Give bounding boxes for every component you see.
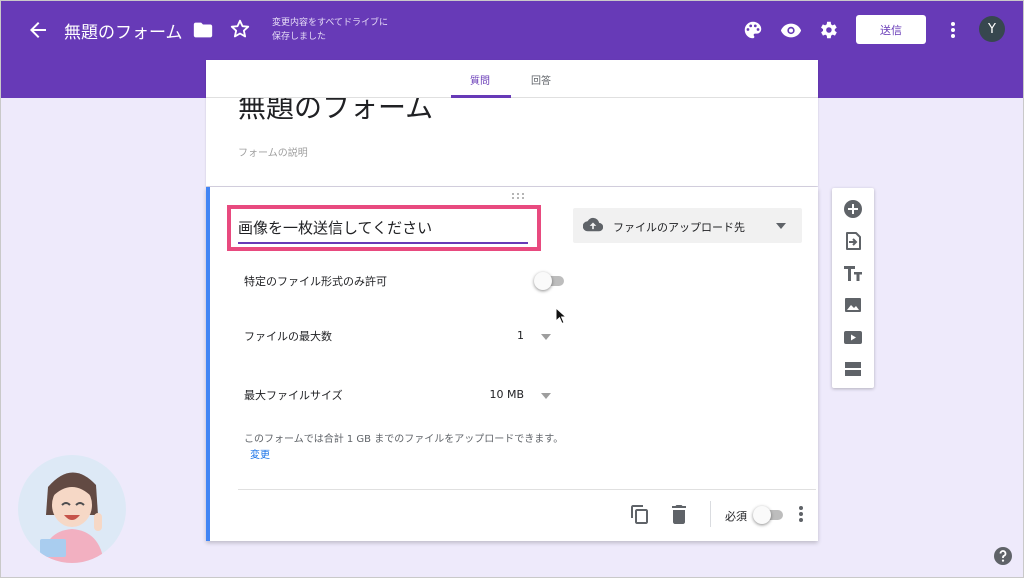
card-footer-divider — [238, 489, 816, 490]
more-options-icon[interactable] — [945, 19, 961, 41]
highlight-box — [227, 205, 541, 251]
max-size-label: 最大ファイルサイズ — [244, 389, 343, 402]
upload-limit-text: このフォームでは合計 1 GB までのファイルをアップロードできます。 — [244, 434, 564, 445]
change-limit-link[interactable]: 変更 — [250, 450, 270, 461]
chevron-down-icon[interactable] — [541, 334, 551, 340]
form-title-card: 質問 回答 無題のフォーム フォームの説明 — [206, 60, 818, 186]
question-card[interactable]: 画像を一枚送信してください ファイルのアップロード先 特定のファイル形式のみ許可… — [206, 187, 818, 541]
add-question-icon[interactable] — [843, 199, 863, 219]
delete-trash-icon[interactable] — [670, 504, 688, 524]
save-status-line2: 保存しました — [272, 32, 327, 42]
toggle-knob — [753, 506, 771, 524]
question-type-label: ファイルのアップロード先 — [613, 221, 745, 234]
cloud-upload-icon — [583, 217, 603, 232]
required-toggle[interactable] — [753, 506, 785, 524]
add-image-icon[interactable] — [843, 295, 863, 315]
max-files-label: ファイルの最大数 — [244, 330, 332, 343]
palette-icon[interactable] — [742, 19, 764, 41]
mouse-cursor-icon — [555, 307, 567, 325]
star-icon[interactable] — [229, 18, 251, 40]
tab-questions[interactable]: 質問 — [470, 72, 490, 87]
save-status-line1: 変更内容をすべてドライブに — [272, 18, 389, 28]
add-video-icon[interactable] — [843, 327, 863, 347]
drag-handle-icon[interactable] — [511, 192, 525, 200]
question-type-select[interactable]: ファイルのアップロード先 — [573, 208, 802, 243]
header-row: 無題のフォーム 変更内容をすべてドライブに 保存しました 送信 Y — [0, 0, 1024, 60]
folder-icon[interactable] — [192, 19, 214, 41]
question-more-icon[interactable] — [796, 504, 806, 524]
toggle-knob — [534, 272, 552, 290]
chevron-down-icon[interactable] — [541, 393, 551, 399]
help-icon[interactable] — [993, 546, 1013, 566]
allow-specific-types-label: 特定のファイル形式のみ許可 — [244, 275, 387, 288]
settings-gear-icon[interactable] — [817, 19, 839, 41]
max-files-value[interactable]: 1 — [510, 329, 524, 342]
mascot-illustration — [18, 455, 126, 563]
mascot-drawing — [40, 472, 104, 563]
floating-toolbar — [832, 188, 874, 388]
chevron-down-icon — [776, 223, 786, 229]
max-size-value[interactable]: 10 MB — [470, 388, 524, 401]
add-section-icon[interactable] — [843, 359, 863, 379]
upload-limit-info: このフォームでは合計 1 GB までのファイルをアップロードできます。変更 — [244, 432, 564, 464]
tab-bar: 質問 回答 — [206, 60, 818, 98]
account-avatar[interactable]: Y — [979, 16, 1005, 42]
back-arrow-icon[interactable] — [26, 18, 50, 42]
add-title-icon[interactable] — [843, 263, 863, 283]
import-questions-icon[interactable] — [843, 231, 863, 251]
form-name-title[interactable]: 無題のフォーム — [64, 18, 183, 43]
send-button[interactable]: 送信 — [856, 15, 926, 44]
save-status: 変更内容をすべてドライブに 保存しました — [272, 16, 388, 44]
required-label: 必須 — [725, 510, 747, 523]
tab-responses[interactable]: 回答 — [531, 72, 551, 87]
form-description-field[interactable]: フォームの説明 — [238, 144, 308, 159]
preview-eye-icon[interactable] — [779, 19, 803, 41]
allow-specific-types-toggle[interactable] — [534, 272, 566, 290]
duplicate-icon[interactable] — [630, 504, 650, 524]
active-tab-indicator — [451, 95, 511, 98]
footer-vertical-divider — [710, 501, 711, 527]
